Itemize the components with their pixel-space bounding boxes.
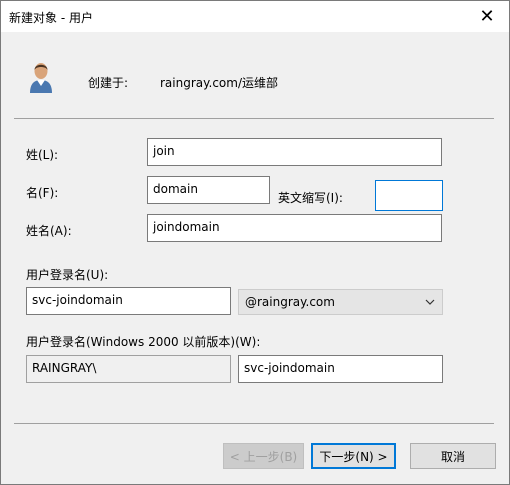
last-name-field[interactable]: join: [147, 138, 442, 166]
logon-name-field[interactable]: svc-joindomain: [26, 287, 231, 315]
created-in-value: raingray.com/运维部: [160, 76, 279, 90]
upn-suffix-select[interactable]: @raingray.com: [238, 289, 443, 315]
next-button[interactable]: 下一步(N) >: [311, 443, 396, 469]
first-name-label: 名(F):: [26, 186, 59, 200]
back-button[interactable]: < 上一步(B): [223, 443, 304, 469]
separator-bottom: [14, 423, 494, 424]
last-name-label: 姓(L):: [26, 148, 59, 162]
pre2000-logon-label: 用户登录名(Windows 2000 以前版本)(W):: [26, 335, 261, 349]
created-in-label: 创建于:: [88, 76, 129, 90]
close-icon: ✕: [479, 6, 495, 27]
full-name-field[interactable]: joindomain: [147, 214, 442, 242]
separator-top: [14, 118, 494, 119]
window-title: 新建对象 - 用户: [9, 11, 93, 25]
user-icon: [30, 63, 52, 93]
initials-field[interactable]: [375, 180, 443, 211]
first-name-field[interactable]: domain: [147, 176, 270, 204]
title-bar: 新建对象 - 用户 ✕: [1, 1, 509, 32]
pre2000-logon-field[interactable]: svc-joindomain: [238, 355, 443, 383]
full-name-label: 姓名(A):: [26, 224, 72, 238]
new-user-dialog: 新建对象 - 用户 ✕ 创建于: raingray.com/运维部 姓(L): …: [0, 0, 510, 485]
cancel-button[interactable]: 取消: [410, 443, 496, 469]
pre2000-domain-field: RAINGRAY\: [26, 355, 231, 383]
initials-label: 英文缩写(I):: [278, 191, 343, 205]
upn-suffix-value: @raingray.com: [245, 295, 335, 309]
logon-name-label: 用户登录名(U):: [26, 268, 109, 282]
chevron-down-icon: [425, 299, 435, 305]
close-button[interactable]: ✕: [465, 1, 509, 32]
